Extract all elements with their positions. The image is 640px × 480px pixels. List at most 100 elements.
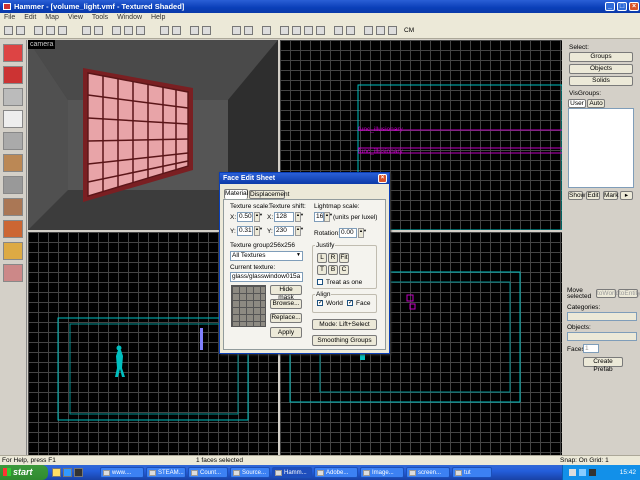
task-steam[interactable]: STEAM... [146,467,186,478]
texture-shift-x-input[interactable]: 128 [274,212,294,222]
mode-button[interactable]: Mode: Lift+Select [312,319,377,330]
menu-file[interactable]: File [4,14,15,21]
tray-network-icon[interactable] [579,469,586,476]
texture-lock-2-icon[interactable] [244,26,253,35]
visgroups-edit-button[interactable]: Edit [586,191,600,200]
decal-tool-icon[interactable] [3,198,23,216]
visgroups-tab-auto[interactable]: Auto [587,99,605,108]
to-world-button[interactable]: toWorld [596,289,619,298]
clipping-tool-icon[interactable] [3,242,23,260]
visgroups-tab-user[interactable]: User [568,99,586,108]
menu-window[interactable]: Window [117,14,142,21]
carve-icon[interactable] [334,26,343,35]
unhide-icon[interactable] [202,26,211,35]
rotation-spinner[interactable]: ▲▼ [358,228,367,238]
to-entity-button[interactable]: toEntity [618,289,640,298]
shift-y-spinner[interactable]: ▲▼ [295,226,304,236]
sphere-icon[interactable] [376,26,385,35]
justify-center-button[interactable]: C [339,265,349,275]
overlay-tool-icon[interactable] [3,220,23,238]
minimize-button[interactable]: _ [605,2,615,11]
align-face-checkbox[interactable]: ✓ [347,300,353,306]
rotation-input[interactable]: 0.00 [339,228,357,238]
categories-dropdown[interactable] [567,312,637,321]
flat-icon[interactable] [292,26,301,35]
group-icon[interactable] [160,26,169,35]
browser-icon[interactable] [63,468,72,477]
visgroups-scroll-button[interactable]: ▸ [620,191,633,200]
open-icon[interactable] [46,26,55,35]
scale-y-spinner[interactable]: ▲▼ [254,226,263,236]
browse-button[interactable]: Browse... [270,299,302,309]
paste-icon[interactable] [136,26,145,35]
task-tut[interactable]: tut [452,467,492,478]
close-button[interactable]: × [629,2,639,11]
maximize-button[interactable]: □ [617,2,627,11]
task-hammer[interactable]: Hamm... [272,467,312,478]
menu-map[interactable]: Map [45,14,59,21]
texture-lock-icon[interactable] [232,26,241,35]
apply-button[interactable]: Apply [270,327,302,338]
treat-as-one-checkbox[interactable] [317,279,323,285]
start-button[interactable]: start [0,465,48,480]
task-counter-strike[interactable]: Count... [188,467,228,478]
cut-icon[interactable] [112,26,121,35]
wireframe-icon[interactable] [280,26,289,35]
redo-icon[interactable] [94,26,103,35]
tray-clock[interactable]: 15:42 [620,469,636,476]
folder-icon[interactable] [52,468,61,477]
dialog-close-button[interactable]: × [378,174,387,183]
justify-right-button[interactable]: R [328,253,338,263]
lightmap-scale-input[interactable]: 16 [314,212,324,222]
texture-shift-y-input[interactable]: 230 [274,226,294,236]
vertex-tool-icon[interactable] [3,264,23,282]
compile-icon[interactable] [364,26,373,35]
task-source[interactable]: Source... [230,467,270,478]
current-texture-dropdown[interactable]: glass/glasswindow015a [230,272,303,282]
tray-speaker-icon[interactable] [569,469,576,476]
copy-icon[interactable] [124,26,133,35]
tab-material[interactable]: Material [224,189,248,199]
block-tool-icon[interactable] [3,132,23,150]
scale-x-spinner[interactable]: ▲▼ [254,212,263,222]
menu-view[interactable]: View [68,14,83,21]
task-screenshots[interactable]: screen... [406,467,450,478]
hide-mask-button[interactable]: Hide mask [270,285,302,301]
camera-tool-icon[interactable] [3,88,23,106]
texture-scale-x-input[interactable]: 0.50 [237,212,253,222]
steam-icon[interactable] [74,468,83,477]
ungroup-icon[interactable] [172,26,181,35]
save-icon[interactable] [58,26,67,35]
cm-label[interactable]: CM [404,27,414,34]
grid-icon[interactable] [4,26,13,35]
hide-icon[interactable] [190,26,199,35]
select-objects-button[interactable]: Objects [569,64,633,74]
menu-tools[interactable]: Tools [92,14,108,21]
align-world-checkbox[interactable]: ✓ [317,300,323,306]
smoothing-groups-button[interactable]: Smoothing Groups [312,335,377,346]
objects-dropdown[interactable] [567,332,637,341]
tray-steam-icon[interactable] [589,469,596,476]
entity-icon[interactable] [346,26,355,35]
visgroups-mark-button[interactable]: Mark [603,191,618,200]
task-image[interactable]: Image... [360,467,404,478]
justify-fit-button[interactable]: Fit [339,253,349,263]
create-prefab-button[interactable]: Create Prefab [583,357,623,373]
tab-displacement[interactable]: Displacement [249,190,289,199]
magnify-tool-icon[interactable] [3,66,23,84]
texture-application-icon[interactable] [3,154,23,172]
shaded-icon[interactable] [316,26,325,35]
apply-texture-icon[interactable] [3,176,23,194]
textured-icon[interactable] [304,26,313,35]
select-box-icon[interactable] [262,26,271,35]
visgroups-list[interactable] [568,108,634,188]
undo-icon[interactable] [82,26,91,35]
lightmap-spinner[interactable]: ▲▼ [324,212,333,222]
justify-top-button[interactable]: T [317,265,327,275]
texture-scale-y-input[interactable]: 0.31 [237,226,253,236]
grid-small-icon[interactable] [16,26,25,35]
entity-tool-icon[interactable] [3,110,23,128]
replace-button[interactable]: Replace... [270,313,302,323]
faces-input[interactable]: 1 [583,344,599,353]
visgroups-show-button[interactable]: Show [568,191,585,200]
